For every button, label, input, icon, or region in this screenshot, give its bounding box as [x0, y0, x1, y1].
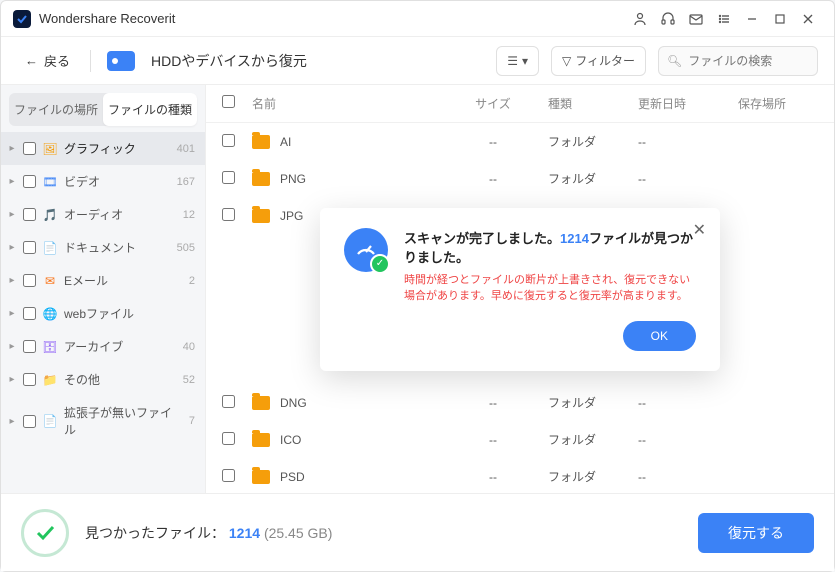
chevron-down-icon: ▾	[522, 54, 528, 68]
category-count: 40	[183, 341, 195, 353]
dialog-close-button[interactable]: ✕	[693, 220, 706, 240]
category-count: 167	[177, 176, 195, 188]
mail-icon[interactable]	[682, 5, 710, 33]
chevron-right-icon: ▸	[7, 275, 17, 286]
category-checkbox[interactable]	[23, 274, 36, 287]
search-icon: 🔍︎	[667, 54, 682, 68]
footer: 見つかったファイル： 1214 (25.45 GB) 復元する	[1, 493, 834, 571]
category-label: オーディオ	[64, 206, 177, 223]
category-checkbox[interactable]	[23, 208, 36, 221]
view-mode-button[interactable]: ☰ ▾	[496, 46, 539, 76]
category-count: 12	[183, 209, 195, 221]
category-icon: 🗄	[42, 339, 58, 355]
chevron-right-icon: ▸	[7, 176, 17, 187]
account-icon[interactable]	[626, 5, 654, 33]
dialog-ok-button[interactable]: OK	[623, 321, 696, 351]
category-checkbox[interactable]	[23, 307, 36, 320]
arrow-left-icon: ←	[25, 53, 38, 68]
category-checkbox[interactable]	[23, 373, 36, 386]
category-count: 2	[189, 275, 195, 287]
chevron-right-icon: ▸	[7, 143, 17, 154]
category-item[interactable]: ▸ 📄 ドキュメント 505	[1, 231, 205, 264]
category-item[interactable]: ▸ 🎞 ビデオ 167	[1, 165, 205, 198]
category-checkbox[interactable]	[23, 142, 36, 155]
search-input[interactable]	[688, 54, 809, 68]
category-label: その他	[64, 371, 177, 388]
chevron-right-icon: ▸	[7, 374, 17, 385]
category-label: アーカイブ	[64, 338, 177, 355]
chevron-right-icon: ▸	[7, 242, 17, 253]
toolbar: ← 戻る HDDやデバイスから復元 ☰ ▾ ▽ フィルター 🔍︎	[1, 37, 834, 85]
close-button[interactable]	[794, 5, 822, 33]
category-icon: ✉	[42, 273, 58, 289]
category-item[interactable]: ▸ ✉ Eメール 2	[1, 264, 205, 297]
filter-button[interactable]: ▽ フィルター	[551, 46, 646, 76]
category-item[interactable]: ▸ 📁 その他 52	[1, 363, 205, 396]
list-icon: ☰	[507, 54, 518, 68]
search-box[interactable]: 🔍︎	[658, 46, 818, 76]
category-label: ビデオ	[64, 173, 171, 190]
recover-button[interactable]: 復元する	[698, 513, 814, 553]
category-label: 拡張子が無いファイル	[64, 404, 183, 438]
category-checkbox[interactable]	[23, 175, 36, 188]
category-icon: 🌐	[42, 306, 58, 322]
titlebar: Wondershare Recoverit	[1, 1, 834, 37]
category-icon: 📄	[42, 240, 58, 256]
chevron-right-icon: ▸	[7, 209, 17, 220]
category-item[interactable]: ▸ 🎵 オーディオ 12	[1, 198, 205, 231]
support-icon[interactable]	[654, 5, 682, 33]
sidebar: ファイルの場所 ファイルの種類 ▸ 🖼 グラフィック 401 ▸ 🎞 ビデオ 167 ▸ 🎵 オーデ…	[1, 85, 206, 493]
category-count: 7	[189, 415, 195, 427]
scan-complete-dialog: ✕ スキャンが完了しました。1214ファイルが見つかりました。 時間が経つとファ…	[320, 208, 720, 371]
tab-file-location[interactable]: ファイルの場所	[9, 93, 103, 126]
tab-file-type[interactable]: ファイルの種類	[103, 93, 197, 126]
gauge-icon	[344, 228, 388, 272]
category-item[interactable]: ▸ 🗄 アーカイブ 40	[1, 330, 205, 363]
dialog-title: スキャンが完了しました。1214ファイルが見つかりました。	[404, 228, 696, 266]
filter-label: フィルター	[575, 52, 635, 69]
category-icon: 📁	[42, 372, 58, 388]
category-item[interactable]: ▸ 📄 拡張子が無いファイル 7	[1, 396, 205, 446]
category-label: webファイル	[64, 305, 189, 322]
category-checkbox[interactable]	[23, 241, 36, 254]
category-item[interactable]: ▸ 🖼 グラフィック 401	[1, 132, 205, 165]
back-button[interactable]: ← 戻る	[17, 47, 78, 74]
category-icon: 🎵	[42, 207, 58, 223]
source-label: HDDやデバイスから復元	[151, 51, 307, 71]
category-item[interactable]: ▸ 🌐 webファイル	[1, 297, 205, 330]
modal-overlay: ✕ スキャンが完了しました。1214ファイルが見つかりました。 時間が経つとファ…	[206, 85, 834, 493]
category-label: ドキュメント	[64, 239, 171, 256]
found-files-label: 見つかったファイル： 1214 (25.45 GB)	[85, 523, 332, 543]
category-label: グラフィック	[64, 140, 171, 157]
maximize-button[interactable]	[766, 5, 794, 33]
menu-icon[interactable]	[710, 5, 738, 33]
dialog-message: 時間が経つとファイルの断片が上書きされ、復元できない場合があります。早めに復元す…	[404, 272, 696, 305]
chevron-right-icon: ▸	[7, 308, 17, 319]
app-title: Wondershare Recoverit	[39, 11, 175, 26]
category-icon: 🎞	[42, 174, 58, 190]
category-checkbox[interactable]	[23, 340, 36, 353]
category-count: 401	[177, 143, 195, 155]
minimize-button[interactable]	[738, 5, 766, 33]
sidebar-tabs: ファイルの場所 ファイルの種類	[9, 93, 197, 126]
category-icon: 📄	[42, 413, 58, 429]
category-count: 52	[183, 374, 195, 386]
category-count: 505	[177, 242, 195, 254]
funnel-icon: ▽	[562, 54, 571, 68]
chevron-right-icon: ▸	[7, 341, 17, 352]
hdd-icon	[107, 51, 135, 71]
app-window: Wondershare Recoverit ← 戻る HDDやデバイスから復元 …	[0, 0, 835, 572]
category-icon: 🖼	[42, 141, 58, 157]
back-label: 戻る	[44, 51, 70, 70]
scan-complete-icon	[21, 509, 69, 557]
chevron-right-icon: ▸	[7, 416, 17, 427]
category-list: ▸🖼グラフィック401▸🎞ビデオ167▸🎵オーディオ12▸📄ドキュメント505▸…	[1, 132, 205, 493]
category-label: Eメール	[64, 272, 183, 289]
app-logo-icon	[13, 10, 31, 28]
category-checkbox[interactable]	[23, 415, 36, 428]
